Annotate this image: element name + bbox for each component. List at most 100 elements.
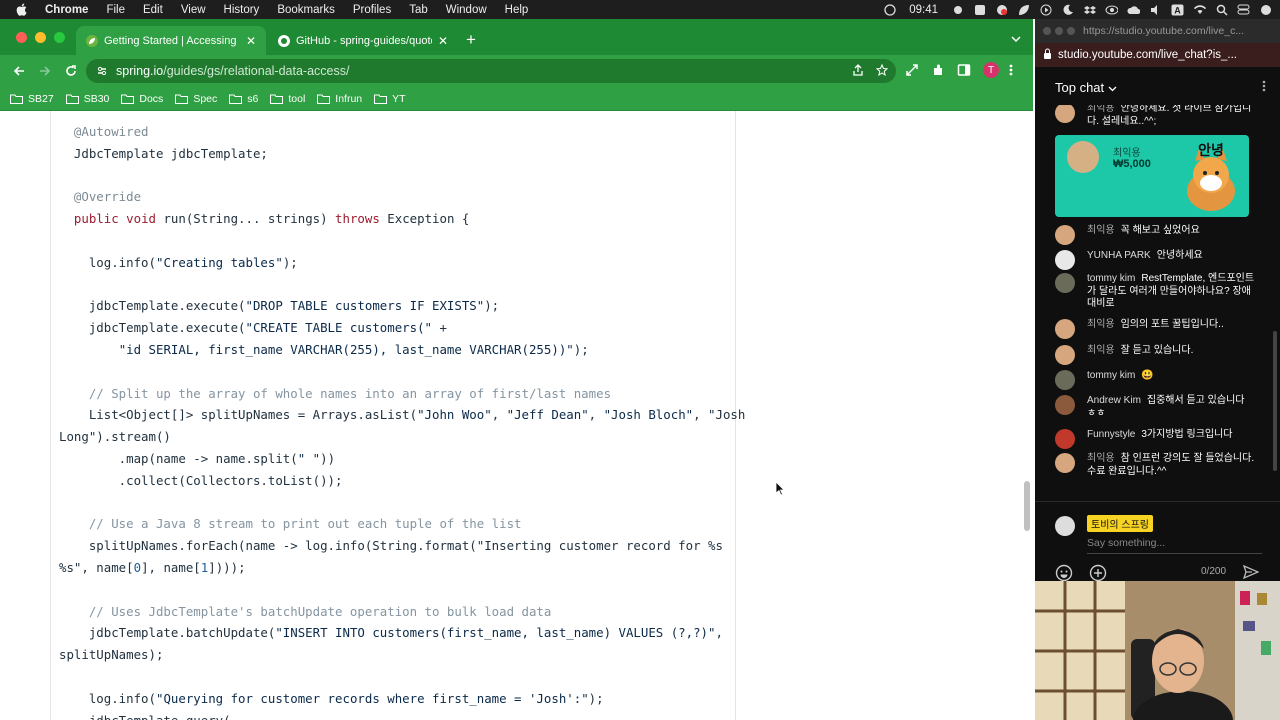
code-line: @Autowired xyxy=(59,124,149,139)
code-line: public void run(String... strings) throw… xyxy=(73,211,470,227)
site-info-icon[interactable] xyxy=(96,65,108,77)
extensions-icon[interactable] xyxy=(931,63,945,80)
forward-icon[interactable] xyxy=(38,64,52,78)
sticker-text: 안녕 xyxy=(1198,142,1224,159)
chat-message: tommy kim RestTemplate, 엔드포인트가 달라도 여러개 만들… xyxy=(1055,273,1255,311)
address-bar[interactable]: spring.io/guides/gs/relational-data-acce… xyxy=(86,59,896,83)
bookmarks-bar: SB27 SB30 Docs Spec s6 tool Infrun YT xyxy=(0,87,1033,111)
more-options-icon[interactable] xyxy=(1262,79,1266,96)
play-icon[interactable] xyxy=(1039,4,1052,15)
chat-message: 최익용 안녕하세요. 첫 라이브 참가입니다. 설레네요..^^; xyxy=(1055,105,1255,128)
emoji-icon[interactable] xyxy=(1055,564,1073,581)
menu-tab[interactable]: Tab xyxy=(409,4,428,16)
close-tab-icon[interactable]: ✕ xyxy=(246,34,256,48)
bookmark-label: Docs xyxy=(139,92,164,105)
tab-github[interactable]: GitHub - spring-guides/quoter ✕ xyxy=(268,26,458,55)
cloud-icon[interactable] xyxy=(1127,4,1140,15)
control-center-icon[interactable] xyxy=(1237,4,1250,15)
sync-icon[interactable] xyxy=(883,3,896,16)
new-tab-button[interactable]: + xyxy=(466,30,476,50)
avatar xyxy=(1055,250,1075,270)
moon-icon[interactable] xyxy=(1061,4,1074,15)
bookmark-folder[interactable]: s6 xyxy=(229,93,258,105)
bookmark-folder[interactable]: SB27 xyxy=(10,93,54,105)
chat-header: Top chat xyxy=(1035,67,1280,107)
avatar xyxy=(1055,453,1075,473)
macos-menubar: Chrome File Edit View History Bookmarks … xyxy=(0,0,1280,19)
webcam-video xyxy=(1035,581,1280,720)
bookmark-folder[interactable]: Spec xyxy=(175,93,217,105)
bookmark-label: SB27 xyxy=(28,92,54,105)
wifi-icon[interactable] xyxy=(1193,4,1206,15)
chat-author: 최익용 xyxy=(1087,319,1115,330)
add-icon[interactable] xyxy=(1089,564,1107,581)
menu-edit[interactable]: Edit xyxy=(143,4,163,16)
chat-input[interactable]: Say something... xyxy=(1087,537,1262,554)
menu-profiles[interactable]: Profiles xyxy=(353,4,391,16)
avatar xyxy=(1055,516,1075,536)
bookmark-folder[interactable]: SB30 xyxy=(65,93,109,105)
bookmark-folder[interactable]: YT xyxy=(374,93,406,105)
tab-search-icon[interactable] xyxy=(1011,31,1021,45)
code-line: .map(name -> name.split(" ")) xyxy=(59,450,336,466)
bookmark-folder[interactable]: Infrun xyxy=(317,93,362,105)
expand-icon[interactable] xyxy=(905,63,919,80)
minimize-window-button[interactable] xyxy=(35,32,46,43)
profile-avatar[interactable]: T xyxy=(983,62,999,78)
bookmark-folder[interactable]: tool xyxy=(270,93,305,105)
search-icon[interactable] xyxy=(1215,4,1228,16)
siri-icon[interactable] xyxy=(1259,4,1272,15)
reload-icon[interactable] xyxy=(64,64,78,78)
close-tab-icon[interactable]: ✕ xyxy=(438,34,448,48)
top-chat-dropdown[interactable]: Top chat xyxy=(1055,80,1117,95)
chat-url-bar[interactable]: studio.youtube.com/live_chat?is_... xyxy=(1035,43,1280,67)
code-text[interactable]: @Autowired JdbcTemplate jdbcTemplate; @O… xyxy=(59,121,745,720)
apple-icon[interactable] xyxy=(14,3,28,17)
mute-icon[interactable] xyxy=(1149,4,1162,15)
tab-spring-guide[interactable]: Getting Started | Accessing Re ✕ xyxy=(76,26,266,55)
menu-view[interactable]: View xyxy=(181,4,206,16)
code-line: List<Object[]> splitUpNames = Arrays.asL… xyxy=(59,407,746,423)
chat-scrollbar[interactable] xyxy=(1273,331,1277,471)
zoom-window-button[interactable] xyxy=(54,32,65,43)
send-icon[interactable] xyxy=(1242,564,1260,581)
bookmark-star-icon[interactable] xyxy=(875,63,889,79)
share-icon[interactable] xyxy=(852,64,864,79)
bookmark-label: Spec xyxy=(193,92,218,105)
bookmark-folder[interactable]: Docs xyxy=(121,93,163,105)
dropbox-icon[interactable] xyxy=(1083,4,1096,15)
camera-icon[interactable] xyxy=(995,4,1008,15)
webcam-image xyxy=(1035,581,1280,720)
close-window-button[interactable] xyxy=(16,32,27,43)
code-line: jdbcTemplate.query( xyxy=(59,710,745,720)
bookmark-label: Infrun xyxy=(335,92,363,105)
menu-help[interactable]: Help xyxy=(505,4,529,16)
close-window-button[interactable] xyxy=(1043,27,1051,35)
menubar-clock[interactable]: 09:41 xyxy=(909,4,938,16)
menu-bookmarks[interactable]: Bookmarks xyxy=(277,4,335,16)
grid-icon[interactable] xyxy=(973,4,986,15)
super-chat-amount: ₩5,000 xyxy=(1113,158,1151,170)
code-line: @Override xyxy=(59,189,142,205)
folder-icon xyxy=(270,94,284,104)
code-line: log.info("Querying for customer records … xyxy=(59,690,604,706)
page-scrollbar[interactable] xyxy=(1024,481,1030,531)
leaf-icon[interactable] xyxy=(1017,4,1030,15)
chrome-menu-icon[interactable] xyxy=(1009,63,1013,80)
menu-history[interactable]: History xyxy=(224,4,260,16)
code-line: %s", name[0], name[1]))); xyxy=(59,559,246,575)
menu-app-name[interactable]: Chrome xyxy=(45,4,88,16)
code-line: jdbcTemplate.execute("CREATE TABLE custo… xyxy=(59,320,447,336)
record-icon[interactable] xyxy=(951,4,964,15)
back-icon[interactable] xyxy=(12,64,26,78)
minimize-window-button[interactable] xyxy=(1055,27,1063,35)
menu-window[interactable]: Window xyxy=(446,4,487,16)
eye-icon[interactable] xyxy=(1105,4,1118,15)
input-source-icon[interactable]: A xyxy=(1171,4,1184,15)
sidebar-icon[interactable] xyxy=(957,63,971,80)
menu-file[interactable]: File xyxy=(106,4,125,16)
chat-author: 최익용 xyxy=(1087,345,1115,356)
lock-icon xyxy=(1043,48,1052,62)
zoom-window-button[interactable] xyxy=(1067,27,1075,35)
